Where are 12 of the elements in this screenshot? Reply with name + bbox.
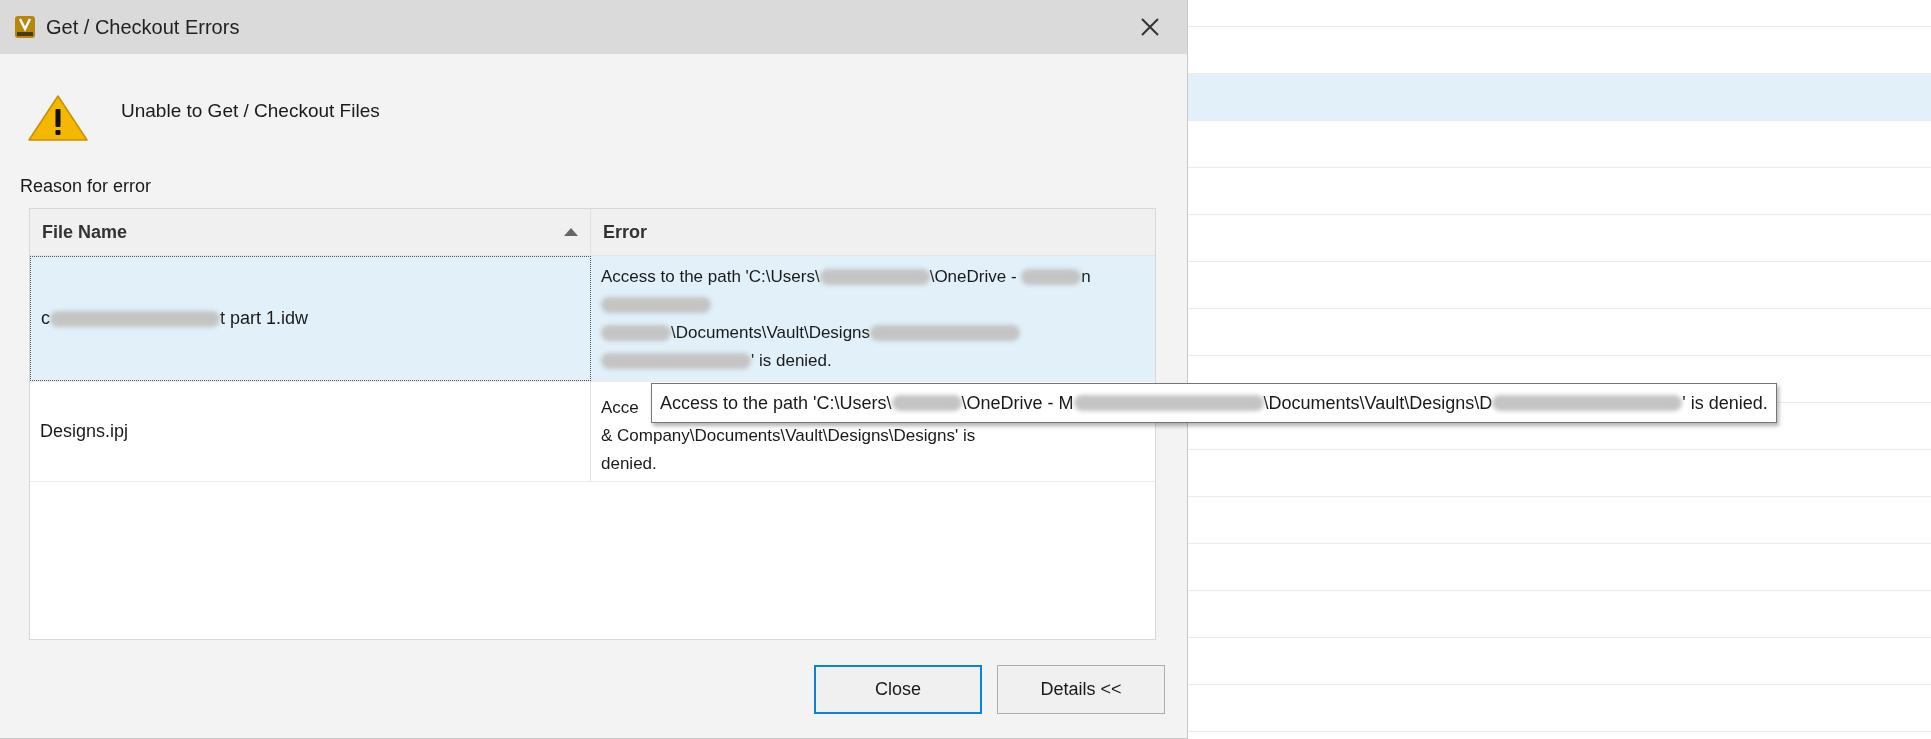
error-text-line: ' is denied. — [601, 347, 832, 375]
error-text-line: Acce — [601, 397, 639, 420]
error-message: Unable to Get / Checkout Files — [121, 99, 380, 123]
error-text-line: \Documents\Vault\Designs — [601, 319, 1021, 347]
error-text-line: & Company\Documents\Vault\Designs\Designs' is — [601, 425, 976, 448]
window-title: Get / Checkout Errors — [46, 15, 240, 40]
tooltip: Access to the path 'C:\Users\ \OneDrive - M \Documents\Vault\Designs\D ' is denied. — [651, 383, 1777, 423]
error-text-line: denied. — [601, 453, 657, 476]
error-text-line: Access to the path 'C:\Users\ \OneDrive - n — [601, 266, 1091, 289]
file-name-cell: Designs.ipj — [30, 382, 591, 481]
section-label: Reason for error — [19, 175, 153, 198]
file-name-cell: c t part 1.idw — [30, 256, 591, 381]
